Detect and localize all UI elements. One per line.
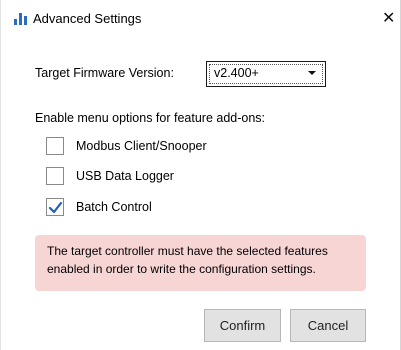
chevron-down-icon [308, 71, 316, 75]
usb-logger-checkbox[interactable] [46, 167, 64, 185]
modbus-checkbox[interactable] [46, 137, 64, 155]
firmware-version-value: v2.400+ [214, 66, 259, 80]
title-bar: Advanced Settings ✕ [1, 0, 400, 38]
warning-notice: The target controller must have the sele… [35, 235, 366, 291]
firmware-version-label: Target Firmware Version: [35, 66, 174, 80]
checkmark-icon [48, 201, 63, 214]
window-title: Advanced Settings [33, 11, 142, 26]
modbus-label[interactable]: Modbus Client/Snooper [76, 139, 207, 153]
batch-control-checkbox[interactable] [46, 198, 64, 216]
bar-chart-icon [14, 13, 27, 25]
cancel-button[interactable]: Cancel [290, 309, 366, 342]
advanced-settings-dialog: Advanced Settings ✕ Target Firmware Vers… [0, 0, 401, 350]
feature-addons-label: Enable menu options for feature add-ons: [35, 111, 266, 125]
firmware-version-select[interactable]: v2.400+ [206, 61, 326, 87]
close-icon[interactable]: ✕ [382, 11, 395, 27]
batch-control-label[interactable]: Batch Control [76, 200, 152, 214]
notice-line-1: The target controller must have the sele… [47, 244, 328, 258]
notice-line-2: enabled in order to write the configurat… [47, 262, 316, 276]
confirm-button[interactable]: Confirm [204, 309, 281, 342]
usb-logger-label[interactable]: USB Data Logger [76, 169, 174, 183]
